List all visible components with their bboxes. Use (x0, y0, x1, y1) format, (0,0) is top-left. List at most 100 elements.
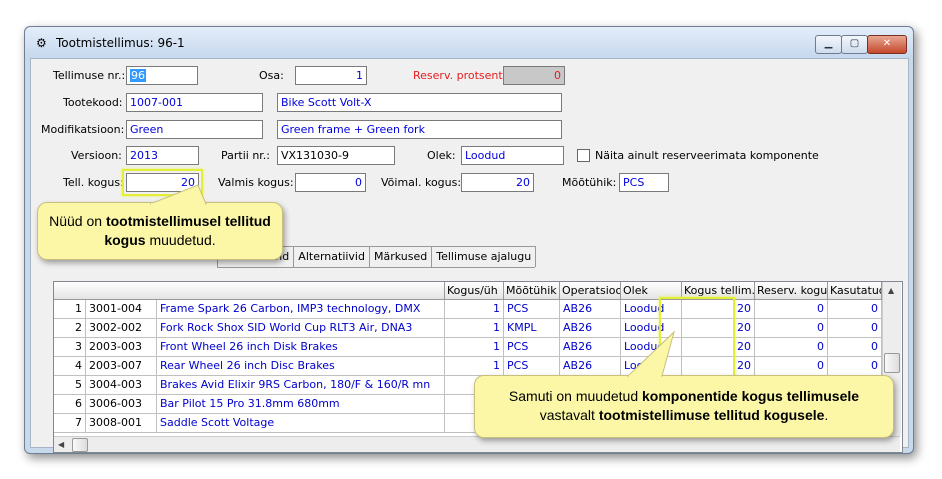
unit-label: Mõõtühik: (562, 176, 617, 189)
cell-name[interactable]: Fork Rock Shox SID World Cup RLT3 Air, D… (157, 319, 445, 338)
status-field[interactable]: Loodud (461, 146, 564, 165)
cell-qty-per-unit[interactable]: 1 (445, 338, 504, 357)
cell-qty-per-unit[interactable]: 1 (445, 300, 504, 319)
col-unit[interactable]: Mõõtühik (504, 282, 560, 300)
cell-code[interactable]: 3001-004 (86, 300, 157, 319)
product-code-label: Tootekood: (63, 96, 123, 109)
finished-qty-label: Valmis kogus: (218, 176, 294, 189)
unit-field[interactable]: PCS (619, 173, 669, 192)
finished-qty-field[interactable]: 0 (295, 173, 366, 192)
cell-unit[interactable]: KMPL (504, 319, 560, 338)
callout-bottom-text3: . (824, 407, 829, 423)
callout-bottom-text1: Samuti on muudetud (508, 388, 643, 404)
cell-unit[interactable]: PCS (504, 357, 560, 376)
modification-field[interactable]: Green (126, 120, 263, 139)
minimize-button[interactable]: ▁ (815, 35, 842, 54)
window-title: Tootmistellimus: 96-1 (56, 36, 185, 50)
col-used-qty[interactable]: Kasutatud k (828, 282, 882, 300)
cell-code[interactable]: 3006-003 (86, 395, 157, 414)
part-label: Osa: (259, 69, 284, 82)
cell-operation[interactable]: AB26 (560, 338, 621, 357)
vertical-scroll-thumb[interactable] (884, 353, 900, 373)
version-field[interactable]: 2013 (126, 146, 199, 165)
status-label: Olek: (427, 149, 456, 162)
cell-reserved-qty[interactable]: 0 (755, 338, 828, 357)
cell-reserved-qty[interactable]: 0 (755, 357, 828, 376)
callout-ordered-qty: Nüüd on tootmistellimusel tellitud kogus… (37, 202, 283, 260)
callout-top-text1: Nüüd on (49, 213, 106, 229)
cell-name[interactable]: Saddle Scott Voltage (157, 414, 445, 433)
tab-notes[interactable]: Märkused (368, 246, 433, 267)
horizontal-scroll-thumb[interactable] (72, 438, 88, 452)
col-reserved-qty[interactable]: Reserv. kogu (755, 282, 828, 300)
possible-qty-label: Võimal. kogus: (381, 176, 462, 189)
minimize-icon: ▁ (824, 38, 833, 49)
cell-operation[interactable]: AB26 (560, 319, 621, 338)
show-unreserved-checkbox[interactable] (577, 149, 590, 162)
product-code-field[interactable]: 1007-001 (126, 93, 263, 112)
title-bar[interactable]: ⚙ Tootmistellimus: 96-1 ▁ ▢ ✕ (25, 27, 913, 57)
cell-row-number[interactable]: 3 (54, 338, 86, 357)
cell-name[interactable]: Front Wheel 26 inch Disk Brakes (157, 338, 445, 357)
cell-row-number[interactable]: 2 (54, 319, 86, 338)
grid-header-blank (54, 282, 445, 300)
cell-used-qty[interactable]: 0 (828, 357, 882, 376)
tab-order-history[interactable]: Tellimuse ajalugu (431, 246, 537, 267)
cell-name[interactable]: Bar Pilot 15 Pro 31.8mm 680mm (157, 395, 445, 414)
batch-field[interactable]: VX131030-9 (277, 146, 395, 165)
cell-code[interactable]: 3008-001 (86, 414, 157, 433)
scroll-left-icon[interactable]: ◀ (58, 440, 64, 449)
cell-unit[interactable]: PCS (504, 338, 560, 357)
cell-row-number[interactable]: 5 (54, 376, 86, 395)
callout-bottom-text2: vastavalt (539, 407, 599, 423)
cell-row-number[interactable]: 1 (54, 300, 86, 319)
product-name-field[interactable]: Bike Scott Volt-X (277, 93, 562, 112)
batch-label: Partii nr.: (221, 149, 271, 162)
cell-operation[interactable]: AB26 (560, 300, 621, 319)
callout-top-text2: muudetud. (145, 232, 216, 248)
horizontal-scrollbar[interactable]: ◀ (54, 436, 900, 452)
gear-icon: ⚙ (36, 36, 47, 50)
modification-label: Modifikatsioon: (41, 123, 125, 136)
cell-row-number[interactable]: 4 (54, 357, 86, 376)
cell-reserved-qty[interactable]: 0 (755, 300, 828, 319)
cell-row-number[interactable]: 6 (54, 395, 86, 414)
cell-code[interactable]: 2003-003 (86, 338, 157, 357)
cell-used-qty[interactable]: 0 (828, 300, 882, 319)
cell-qty-per-unit[interactable]: 1 (445, 357, 504, 376)
callout-component-qty: Samuti on muudetud komponentide kogus te… (474, 375, 894, 438)
cell-code[interactable]: 3002-002 (86, 319, 157, 338)
cell-row-number[interactable]: 7 (54, 414, 86, 433)
cell-used-qty[interactable]: 0 (828, 319, 882, 338)
callout-bottom-bold2: tootmistellimuse tellitud kogusele (598, 407, 825, 423)
part-field[interactable]: 1 (295, 66, 367, 85)
show-unreserved-label: Näita ainult reserveerimata komponente (595, 149, 819, 162)
ordered-qty-label: Tell. kogus: (63, 176, 124, 189)
possible-qty-field[interactable]: 20 (461, 173, 534, 192)
cell-name[interactable]: Rear Wheel 26 inch Disc Brakes (157, 357, 445, 376)
scroll-up-icon[interactable]: ▲ (888, 286, 894, 295)
cell-name[interactable]: Frame Spark 26 Carbon, IMP3 technology, … (157, 300, 445, 319)
order-nr-value: 96 (130, 69, 146, 82)
callout-bottom-pointer (626, 330, 675, 377)
cell-operation[interactable]: AB26 (560, 357, 621, 376)
callout-top-pointer (150, 184, 207, 205)
col-qty-per-unit[interactable]: Kogus/üh (445, 282, 504, 300)
order-nr-field[interactable]: 96 (126, 66, 198, 85)
tab-alternatives[interactable]: Alternatiivid (293, 246, 370, 267)
cell-qty-per-unit[interactable]: 1 (445, 319, 504, 338)
cell-reserved-qty[interactable]: 0 (755, 319, 828, 338)
cell-name[interactable]: Brakes Avid Elixir 9RS Carbon, 180/F & 1… (157, 376, 445, 395)
callout-bottom-bold1: komponentide kogus tellimusele (642, 388, 860, 404)
order-nr-label: Tellimuse nr.: (53, 69, 126, 82)
cell-used-qty[interactable]: 0 (828, 338, 882, 357)
col-operation[interactable]: Operatsioo (560, 282, 621, 300)
maximize-button[interactable]: ▢ (841, 35, 868, 54)
maximize-icon: ▢ (849, 38, 860, 49)
cell-code[interactable]: 3004-003 (86, 376, 157, 395)
modification-desc-field[interactable]: Green frame + Green fork (277, 120, 562, 139)
cell-unit[interactable]: PCS (504, 300, 560, 319)
close-button[interactable]: ✕ (867, 35, 907, 54)
close-icon: ✕ (882, 38, 892, 49)
cell-code[interactable]: 2003-007 (86, 357, 157, 376)
